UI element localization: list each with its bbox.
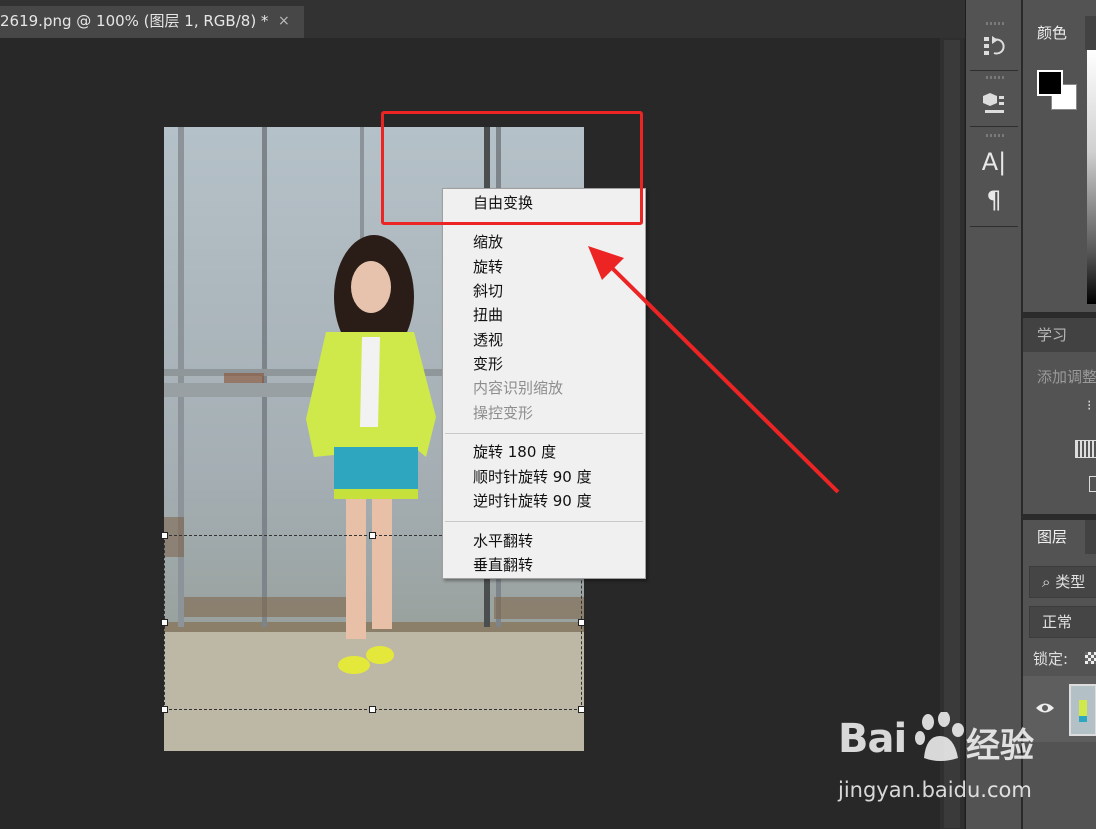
history-icon[interactable] xyxy=(976,34,1012,65)
menu-item-distort[interactable]: 扭曲 xyxy=(473,305,503,325)
tab-layers[interactable]: 图层 xyxy=(1023,520,1085,554)
document-tab-title: 2619.png @ 100% (图层 1, RGB/8) * xyxy=(0,12,269,30)
close-tab-icon[interactable]: × xyxy=(278,6,290,36)
lock-label: 锁定: xyxy=(1033,650,1069,668)
brightness-adjust-icon[interactable]: ⁝ xyxy=(1087,398,1096,414)
menu-item-rotate-90-cw[interactable]: 顺时针旋转 90 度 xyxy=(473,467,592,487)
3d-object-icon[interactable] xyxy=(976,90,1012,120)
menu-item-rotate[interactable]: 旋转 xyxy=(473,257,503,277)
transform-handle-br[interactable] xyxy=(578,706,585,713)
search-icon: ⌕ xyxy=(1042,573,1051,591)
tool-separator xyxy=(970,126,1018,127)
menu-item-flip-horizontal[interactable]: 水平翻转 xyxy=(473,531,533,551)
menu-item-skew[interactable]: 斜切 xyxy=(473,281,503,301)
transform-handle-tc[interactable] xyxy=(369,532,376,539)
paragraph-icon[interactable]: ¶ xyxy=(976,186,1012,214)
blend-mode-value: 正常 xyxy=(1042,613,1073,631)
watermark-brand-right: 经验 xyxy=(966,726,1034,766)
panel-grip[interactable] xyxy=(986,22,1004,25)
right-panels: 颜色 学习 添加调整 ⁝ 图层 ⌕ 类型 正常 锁定: xyxy=(1022,0,1096,829)
vertical-scrollbar-thumb[interactable] xyxy=(944,40,960,828)
tool-separator xyxy=(970,70,1018,71)
character-icon[interactable]: A| xyxy=(976,148,1012,176)
visibility-eye-icon[interactable] xyxy=(1035,700,1055,714)
transform-handle-mr[interactable] xyxy=(578,619,585,626)
watermark-url: jingyan.baidu.com xyxy=(838,778,1032,802)
menu-item-puppet-warp: 操控变形 xyxy=(473,404,534,422)
menu-item-scale[interactable]: 缩放 xyxy=(473,232,503,252)
layer-thumbnail[interactable] xyxy=(1069,684,1096,736)
baidu-jingyan-watermark: Bai 经验 jingyan.baidu.com xyxy=(838,712,1036,816)
menu-item-rotate-180[interactable]: 旋转 180 度 xyxy=(473,442,556,462)
foreground-color-swatch[interactable] xyxy=(1037,70,1063,96)
adjustments-hint: 添加调整 xyxy=(1037,368,1096,386)
blend-mode-select[interactable]: 正常 xyxy=(1029,606,1096,638)
panel-tool-strip: A| ¶ xyxy=(965,0,1021,829)
document-tab[interactable]: 2619.png @ 100% (图层 1, RGB/8) * × xyxy=(0,6,304,38)
annotation-arrow-icon xyxy=(588,246,840,494)
lock-transparency-icon[interactable] xyxy=(1085,652,1096,664)
transform-handle-ml[interactable] xyxy=(161,619,168,626)
menu-item-rotate-90-ccw[interactable]: 逆时针旋转 90 度 xyxy=(473,491,592,511)
layer-filter-select[interactable]: ⌕ 类型 xyxy=(1029,566,1096,598)
tab-color[interactable]: 颜色 xyxy=(1023,16,1085,50)
panel-grip[interactable] xyxy=(986,76,1004,79)
menu-item-content-aware-scale: 内容识别缩放 xyxy=(473,379,564,397)
baidu-paw-icon xyxy=(915,712,964,761)
transform-handle-bc[interactable] xyxy=(369,706,376,713)
menu-item-flip-vertical[interactable]: 垂直翻转 xyxy=(473,555,533,575)
curves-adjust-icon[interactable] xyxy=(1089,476,1096,492)
transform-handle-bl[interactable] xyxy=(161,706,168,713)
menu-item-warp[interactable]: 变形 xyxy=(473,354,503,374)
tool-separator xyxy=(970,226,1018,227)
menu-item-perspective[interactable]: 透视 xyxy=(473,330,503,350)
watermark-brand-left: Bai xyxy=(838,716,907,762)
tab-learn[interactable]: 学习 xyxy=(1023,318,1085,352)
transform-handle-tl[interactable] xyxy=(161,532,168,539)
panel-grip[interactable] xyxy=(986,134,1004,137)
annotation-highlight-box xyxy=(381,111,643,225)
levels-adjust-icon[interactable] xyxy=(1075,440,1096,458)
layer-filter-label: 类型 xyxy=(1055,573,1086,591)
menu-separator xyxy=(445,521,643,522)
color-spectrum[interactable] xyxy=(1087,50,1096,304)
